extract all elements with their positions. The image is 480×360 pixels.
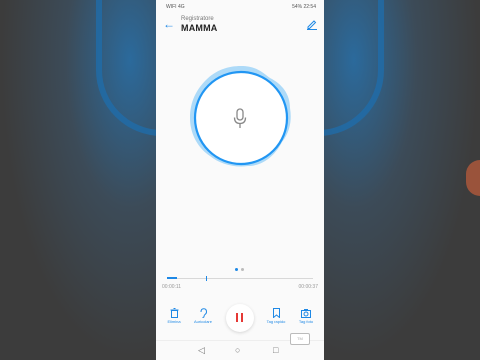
pause-button[interactable] bbox=[226, 304, 254, 332]
quick-tag-label: Tag rapido bbox=[266, 319, 286, 324]
nav-back-icon[interactable]: ◁ bbox=[198, 346, 205, 355]
earpiece-button[interactable]: Auricolare bbox=[190, 308, 216, 324]
total-time: 00:00:37 bbox=[298, 284, 318, 290]
delete-label: Elimina bbox=[167, 319, 181, 324]
app-subtitle: Registratore bbox=[181, 16, 214, 22]
back-arrow-icon[interactable]: ← bbox=[163, 18, 175, 30]
timeline-track[interactable] bbox=[167, 278, 313, 279]
camera-icon bbox=[301, 309, 311, 318]
photo-tag-button[interactable]: Tag foto bbox=[293, 308, 319, 324]
background-orange-shape bbox=[466, 160, 480, 196]
page-indicator-active bbox=[235, 268, 238, 271]
phone-screen: WIFI 4G 54% 22:54 ← Registratore MAMMA 0… bbox=[156, 0, 324, 360]
recording-title: MAMMA bbox=[181, 23, 218, 33]
ear-icon bbox=[200, 308, 207, 318]
edit-icon[interactable] bbox=[306, 18, 318, 30]
bookmark-icon bbox=[272, 308, 280, 318]
channel-watermark: TM bbox=[290, 333, 310, 345]
status-left: WIFI 4G bbox=[166, 4, 185, 10]
status-bar: WIFI 4G 54% 22:54 bbox=[156, 0, 324, 14]
pause-icon-bar-left bbox=[236, 313, 238, 322]
bottom-action-bar: Elimina Auricolare Tag rapido Tag foto bbox=[156, 304, 324, 336]
timeline-progress bbox=[167, 277, 177, 279]
nav-home-icon[interactable]: ○ bbox=[235, 346, 240, 355]
trash-icon bbox=[170, 308, 178, 318]
timeline-marker bbox=[206, 276, 207, 281]
nav-recents-icon[interactable]: □ bbox=[273, 346, 278, 355]
app-bar: ← Registratore MAMMA bbox=[156, 14, 324, 38]
elapsed-time: 00:00:11 bbox=[162, 284, 182, 290]
status-right: 54% 22:54 bbox=[292, 4, 316, 10]
photo-tag-label: Tag foto bbox=[298, 319, 314, 324]
page-indicator-inactive bbox=[241, 268, 244, 271]
microphone-icon bbox=[233, 108, 247, 128]
pause-icon-bar-right bbox=[241, 313, 243, 322]
earpiece-label: Auricolare bbox=[193, 319, 212, 324]
quick-tag-button[interactable]: Tag rapido bbox=[263, 308, 289, 324]
delete-button[interactable]: Elimina bbox=[161, 308, 187, 324]
